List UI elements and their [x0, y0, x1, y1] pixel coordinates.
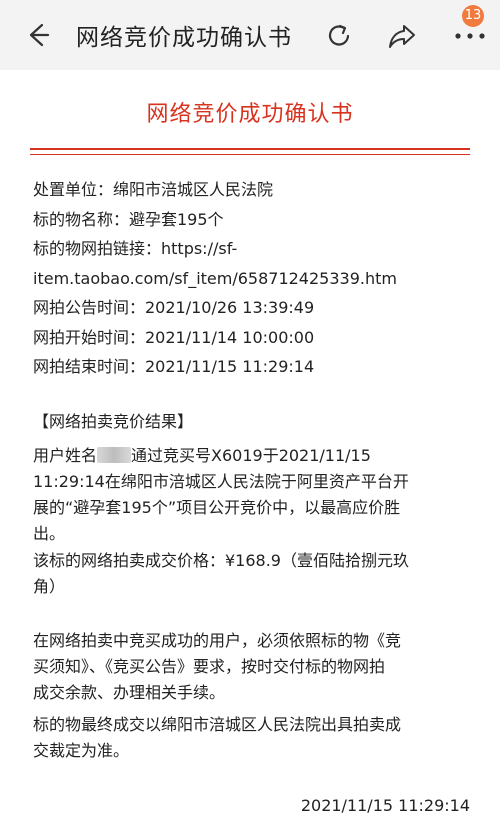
notice-line2: 买须知》、《竞买公告》要求，按时交付标的物网拍: [33, 657, 386, 676]
notice-line5: 交裁定为准。: [33, 741, 130, 760]
price-line2: 角）: [33, 577, 66, 596]
info-section: 处置单位：绵阳市涪城区人民法院 标的物名称：避孕套195个 标的物网拍链接：ht…: [33, 175, 473, 382]
back-arrow-icon[interactable]: [22, 20, 52, 50]
result-line3: 展的“避孕套195个”项目公开竞价中，以最高应价胜: [33, 498, 401, 517]
top-bar: 网络竞价成功确认书 13: [0, 0, 500, 70]
result-line2: 11:29:14在绵阳市涪城区人民法院于阿里资产平台开: [33, 472, 409, 491]
document-title: 网络竞价成功确认书: [146, 102, 354, 127]
announce-time: 网拍公告时间：2021/10/26 13:39:49: [33, 298, 315, 317]
notice-para2: 标的物最终成交以绵阳市涪城区人民法院出具拍卖成 交裁定为准。: [33, 712, 473, 764]
result-section: 用户姓名 通过竞买号X6019于2021/11/15 11:29:14在绵阳市涪城…: [33, 443, 473, 547]
result-heading: 【网络拍卖竞价结果】: [33, 412, 194, 431]
auction-link-line2[interactable]: item.taobao.com/sf_item/658712425339.htm: [33, 264, 473, 294]
footer-date: 2021/11/15 11:29:14: [300, 796, 470, 815]
notification-badge: 13: [462, 5, 484, 27]
share-icon[interactable]: [386, 20, 418, 52]
price-line1: 该标的网络拍卖成交价格：¥168.9（壹佰陆拾捌元玖: [33, 551, 409, 570]
result-line1: 用户姓名 通过竞买号X6019于2021/11/15: [33, 446, 371, 465]
start-time: 网拍开始时间：2021/11/14 10:00:00: [33, 327, 315, 347]
notice-line4: 标的物最终成交以绵阳市涪城区人民法院出具拍卖成: [33, 715, 402, 734]
more-icon[interactable]: [450, 25, 490, 47]
title-divider: [30, 148, 470, 150]
notice-line3: 成交余款、办理相关手续。: [33, 683, 226, 702]
redacted-name: [97, 447, 132, 463]
page-title: 网络竞价成功确认书: [76, 25, 292, 51]
title-divider-thin: [30, 154, 470, 155]
refresh-icon[interactable]: [323, 20, 355, 52]
disposal-unit: 处置单位：绵阳市涪城区人民法院: [33, 180, 274, 199]
price-section: 该标的网络拍卖成交价格：¥168.9（壹佰陆拾捌元玖 角）: [33, 548, 473, 600]
result-line4: 出。: [33, 524, 66, 543]
item-name: 标的物名称：避孕套195个: [33, 209, 224, 229]
notice-para1: 在网络拍卖中竞买成功的用户，必须依照标的物《竞 买须知》、《竞买公告》要求，按时…: [33, 628, 473, 706]
end-time: 网拍结束时间：2021/11/15 11:29:14: [33, 357, 315, 376]
notice-line1: 在网络拍卖中竞买成功的用户，必须依照标的物《竞: [33, 631, 402, 650]
auction-link-line1[interactable]: 标的物网拍链接：https://sf-: [33, 234, 473, 264]
